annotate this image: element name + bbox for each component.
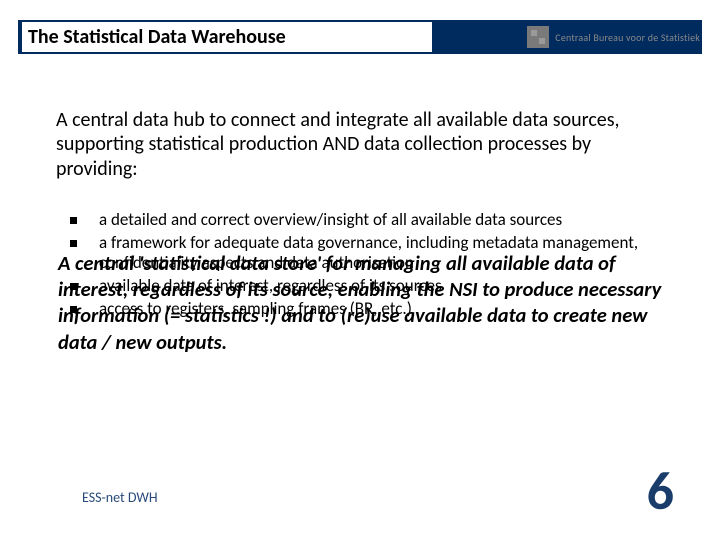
brand-logo: Centraal Bureau voor de Statistiek [527, 23, 700, 51]
title-box: The Statistical Data Warehouse [22, 22, 432, 52]
brand-text: Centraal Bureau voor de Statistiek [555, 31, 700, 44]
slide-title: The Statistical Data Warehouse [28, 25, 286, 49]
bullet-icon [70, 240, 77, 247]
footer-label: ESS-net DWH [82, 489, 158, 506]
slide: The Statistical Data Warehouse Centraal … [0, 0, 720, 540]
brand-mark-icon [527, 26, 549, 48]
list-item: a detailed and correct overview/insight … [70, 210, 680, 233]
intro-paragraph: A central data hub to connect and integr… [56, 108, 672, 181]
overlay-paragraph: A central 'statistical data store' for m… [58, 250, 674, 355]
bullet-icon [70, 217, 77, 224]
page-number: 6 [647, 458, 674, 524]
bullet-text: a detailed and correct overview/insight … [99, 210, 680, 231]
